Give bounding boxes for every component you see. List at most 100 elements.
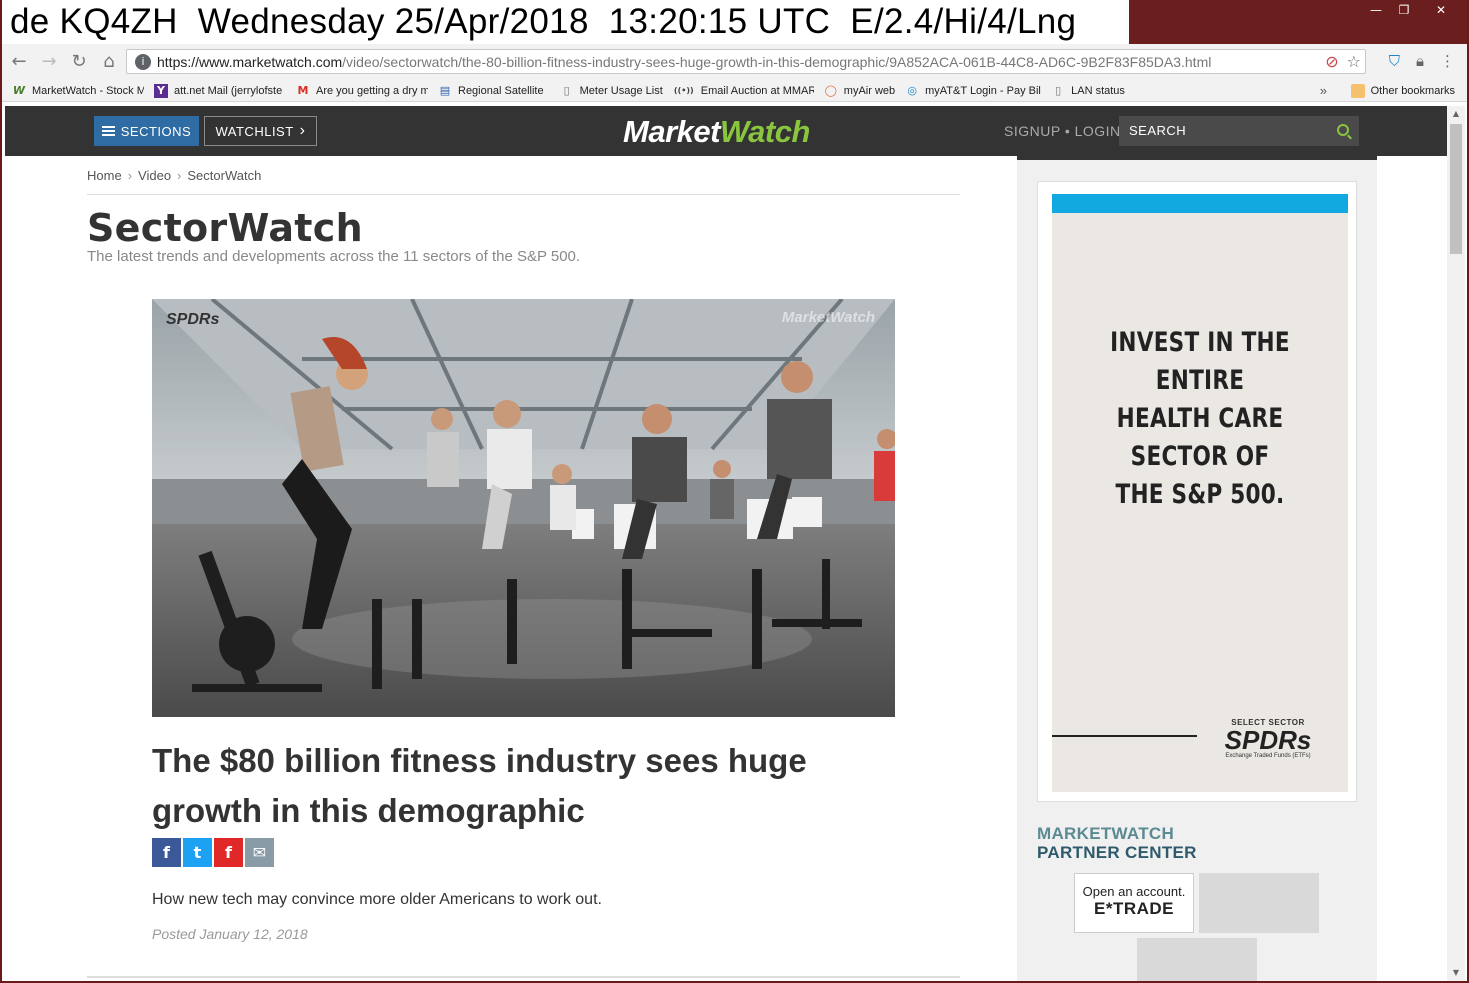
site-info-icon[interactable]: i	[135, 53, 151, 70]
etrade-logo: E*TRADE	[1093, 899, 1174, 918]
watchlist-label: WATCHLIST	[215, 123, 294, 139]
breadcrumb-home[interactable]: Home	[87, 168, 122, 183]
divider	[87, 194, 960, 195]
bookmark-label: Email Auction at MMARS	[700, 84, 814, 97]
browser-toolbar: ← → ↻ ⌂ i https://www.marketwatch.com/vi…	[2, 44, 1467, 80]
signup-login-link[interactable]: SIGNUP • LOGIN	[1004, 123, 1121, 139]
close-button[interactable]: ✕	[1419, 2, 1463, 18]
bookmarks-overflow-chevron-icon[interactable]: »	[1320, 83, 1327, 98]
back-icon[interactable]: ←	[6, 49, 32, 75]
search-input[interactable]: SEARCH	[1119, 116, 1359, 146]
page-subtitle: The latest trends and developments acros…	[87, 248, 581, 265]
hamburger-icon	[101, 126, 115, 136]
bookmark-item[interactable]: ▯ LAN status	[1051, 84, 1125, 98]
window-controls: — ❐ ✕	[1363, 2, 1463, 18]
article-description: How new tech may convince more older Ame…	[152, 891, 602, 908]
ad-headline-line: THE S&P 500.	[1115, 479, 1285, 510]
bookmark-item[interactable]: Y att.net Mail (jerrylofste	[154, 83, 286, 98]
partner-center-heading-line1: MARKETWATCH	[1037, 824, 1175, 843]
bookmark-item[interactable]: ◎ myAT&T Login - Pay Bill	[905, 84, 1041, 98]
address-bar[interactable]: i https://www.marketwatch.com/video/sect…	[126, 49, 1366, 74]
lock-icon[interactable]: 🔒︎	[1416, 52, 1424, 70]
partner-tile-placeholder[interactable]	[1137, 938, 1257, 983]
site-header: SECTIONS WATCHLIST › MarketWatch SIGNUP …	[5, 106, 1447, 156]
spdr-logo-bottom: Exchange Traded Funds (ETFs)	[1225, 753, 1311, 759]
url-path: /video/sectorwatch/the-80-billion-fitnes…	[342, 53, 1212, 70]
bookmark-label: Regional Satellite	[458, 84, 544, 97]
bookmark-item[interactable]: ((•)) Email Auction at MMARS	[673, 84, 814, 98]
bookmark-label: myAT&T Login - Pay Bill	[925, 84, 1042, 97]
other-bookmarks[interactable]: Other bookmarks	[1350, 83, 1455, 98]
bookmark-label: Meter Usage List	[579, 84, 663, 97]
search-icon[interactable]	[1337, 124, 1349, 136]
other-bookmarks-label: Other bookmarks	[1370, 84, 1455, 97]
yahoo-favicon-icon: Y	[154, 83, 168, 98]
spdr-logo-main: SPDRs	[1224, 725, 1312, 755]
bookmark-item[interactable]: ◯ myAir web	[824, 83, 896, 98]
video-watermark-right: MarketWatch	[781, 309, 875, 326]
rail-top-border	[1017, 156, 1377, 160]
etrade-partner-tile[interactable]: Open an account. E*TRADE	[1074, 873, 1194, 933]
etrade-tagline: Open an account.	[1082, 884, 1186, 899]
scroll-up-arrow-icon[interactable]: ▲	[1447, 106, 1465, 122]
breadcrumb-separator: ›	[177, 168, 182, 183]
breadcrumb-sectorwatch[interactable]: SectorWatch	[187, 168, 261, 183]
advertisement[interactable]: INVEST IN THE ENTIRE HEALTH CARE SECTOR …	[1037, 181, 1357, 802]
chevron-right-icon: ›	[299, 122, 306, 139]
email-share-icon[interactable]: ✉	[245, 838, 274, 867]
page-favicon-icon: ▯	[563, 83, 570, 97]
facebook-share-icon[interactable]: f	[152, 838, 181, 867]
scrollbar-thumb[interactable]	[1450, 124, 1462, 254]
watchlist-button[interactable]: WATCHLIST ›	[204, 116, 317, 146]
myair-favicon-icon: ◯	[824, 83, 837, 97]
omnibox-actions: ⊘ ☆	[1325, 52, 1361, 71]
breadcrumb-video[interactable]: Video	[138, 168, 171, 183]
sections-button[interactable]: SECTIONS	[94, 116, 199, 146]
extension-icons: ⛉ 🔒︎ ⋮	[1389, 52, 1455, 70]
bookmark-item[interactable]: ▯ Meter Usage List	[560, 84, 663, 98]
bookmarks-bar: W MarketWatch - Stock M Y att.net Mail (…	[2, 80, 1467, 102]
logo-watch: Watch	[719, 114, 810, 149]
maximize-button[interactable]: ❐	[1391, 2, 1417, 18]
spdr-logo: SELECT SECTOR SPDRs Exchange Traded Fund…	[1208, 718, 1328, 759]
url-host: https://www.marketwatch.com	[157, 53, 343, 70]
window-title-bar: de KQ4ZH Wednesday 25/Apr/2018 13:20:15 …	[0, 0, 1469, 44]
bookmark-item[interactable]: M Are you getting a dry m	[296, 84, 428, 98]
ad-headline-line: INVEST IN THE ENTIRE	[1110, 327, 1290, 396]
logo-market: Market	[623, 114, 720, 149]
reload-icon[interactable]: ↻	[66, 49, 92, 75]
marketwatch-logo[interactable]: MarketWatch	[623, 114, 810, 150]
minimize-button[interactable]: —	[1363, 2, 1389, 18]
sections-label: SECTIONS	[120, 123, 192, 139]
bookmark-item[interactable]: ▤ Regional Satellite	[438, 84, 544, 98]
page-scrollbar[interactable]: ▲ ▼	[1447, 106, 1465, 981]
bookmark-label: MarketWatch - Stock M	[32, 84, 144, 97]
partner-tile-placeholder[interactable]	[1199, 873, 1319, 933]
scroll-down-arrow-icon[interactable]: ▼	[1447, 965, 1465, 981]
broadcast-favicon-icon: ((•))	[673, 85, 694, 95]
home-icon[interactable]: ⌂	[96, 49, 122, 75]
gmail-favicon-icon: M	[297, 83, 309, 97]
bookmark-star-icon[interactable]: ☆	[1347, 52, 1361, 71]
ad-creative: INVEST IN THE ENTIRE HEALTH CARE SECTOR …	[1052, 194, 1348, 792]
url-text[interactable]: https://www.marketwatch.com/video/sector…	[157, 54, 1317, 70]
breadcrumb: Home › Video › SectorWatch	[87, 168, 261, 183]
ad-headline: INVEST IN THE ENTIRE HEALTH CARE SECTOR …	[1082, 324, 1319, 514]
menu-kebab-icon[interactable]: ⋮	[1440, 52, 1455, 70]
ad-accent-bar	[1052, 194, 1348, 213]
folder-icon	[1350, 83, 1365, 98]
extension-shield-icon[interactable]: ⛉	[1389, 52, 1400, 70]
twitter-share-icon[interactable]: t	[183, 838, 212, 867]
att-favicon-icon: ◎	[907, 83, 917, 97]
forward-icon[interactable]: →	[36, 49, 62, 75]
bookmark-label: LAN status	[1071, 84, 1125, 97]
search-placeholder: SEARCH	[1129, 123, 1187, 138]
video-player[interactable]: SPDRs MarketWatch	[152, 299, 895, 717]
marketwatch-favicon-icon: W	[12, 83, 26, 97]
partner-center-heading-line2: PARTNER CENTER	[1037, 843, 1197, 862]
video-watermark-left: SPDRs	[166, 311, 220, 328]
bookmark-item[interactable]: W MarketWatch - Stock M	[12, 84, 144, 98]
satellite-favicon-icon: ▤	[439, 83, 451, 97]
flipboard-share-icon[interactable]: f	[214, 838, 243, 867]
blocked-content-icon[interactable]: ⊘	[1325, 52, 1338, 71]
